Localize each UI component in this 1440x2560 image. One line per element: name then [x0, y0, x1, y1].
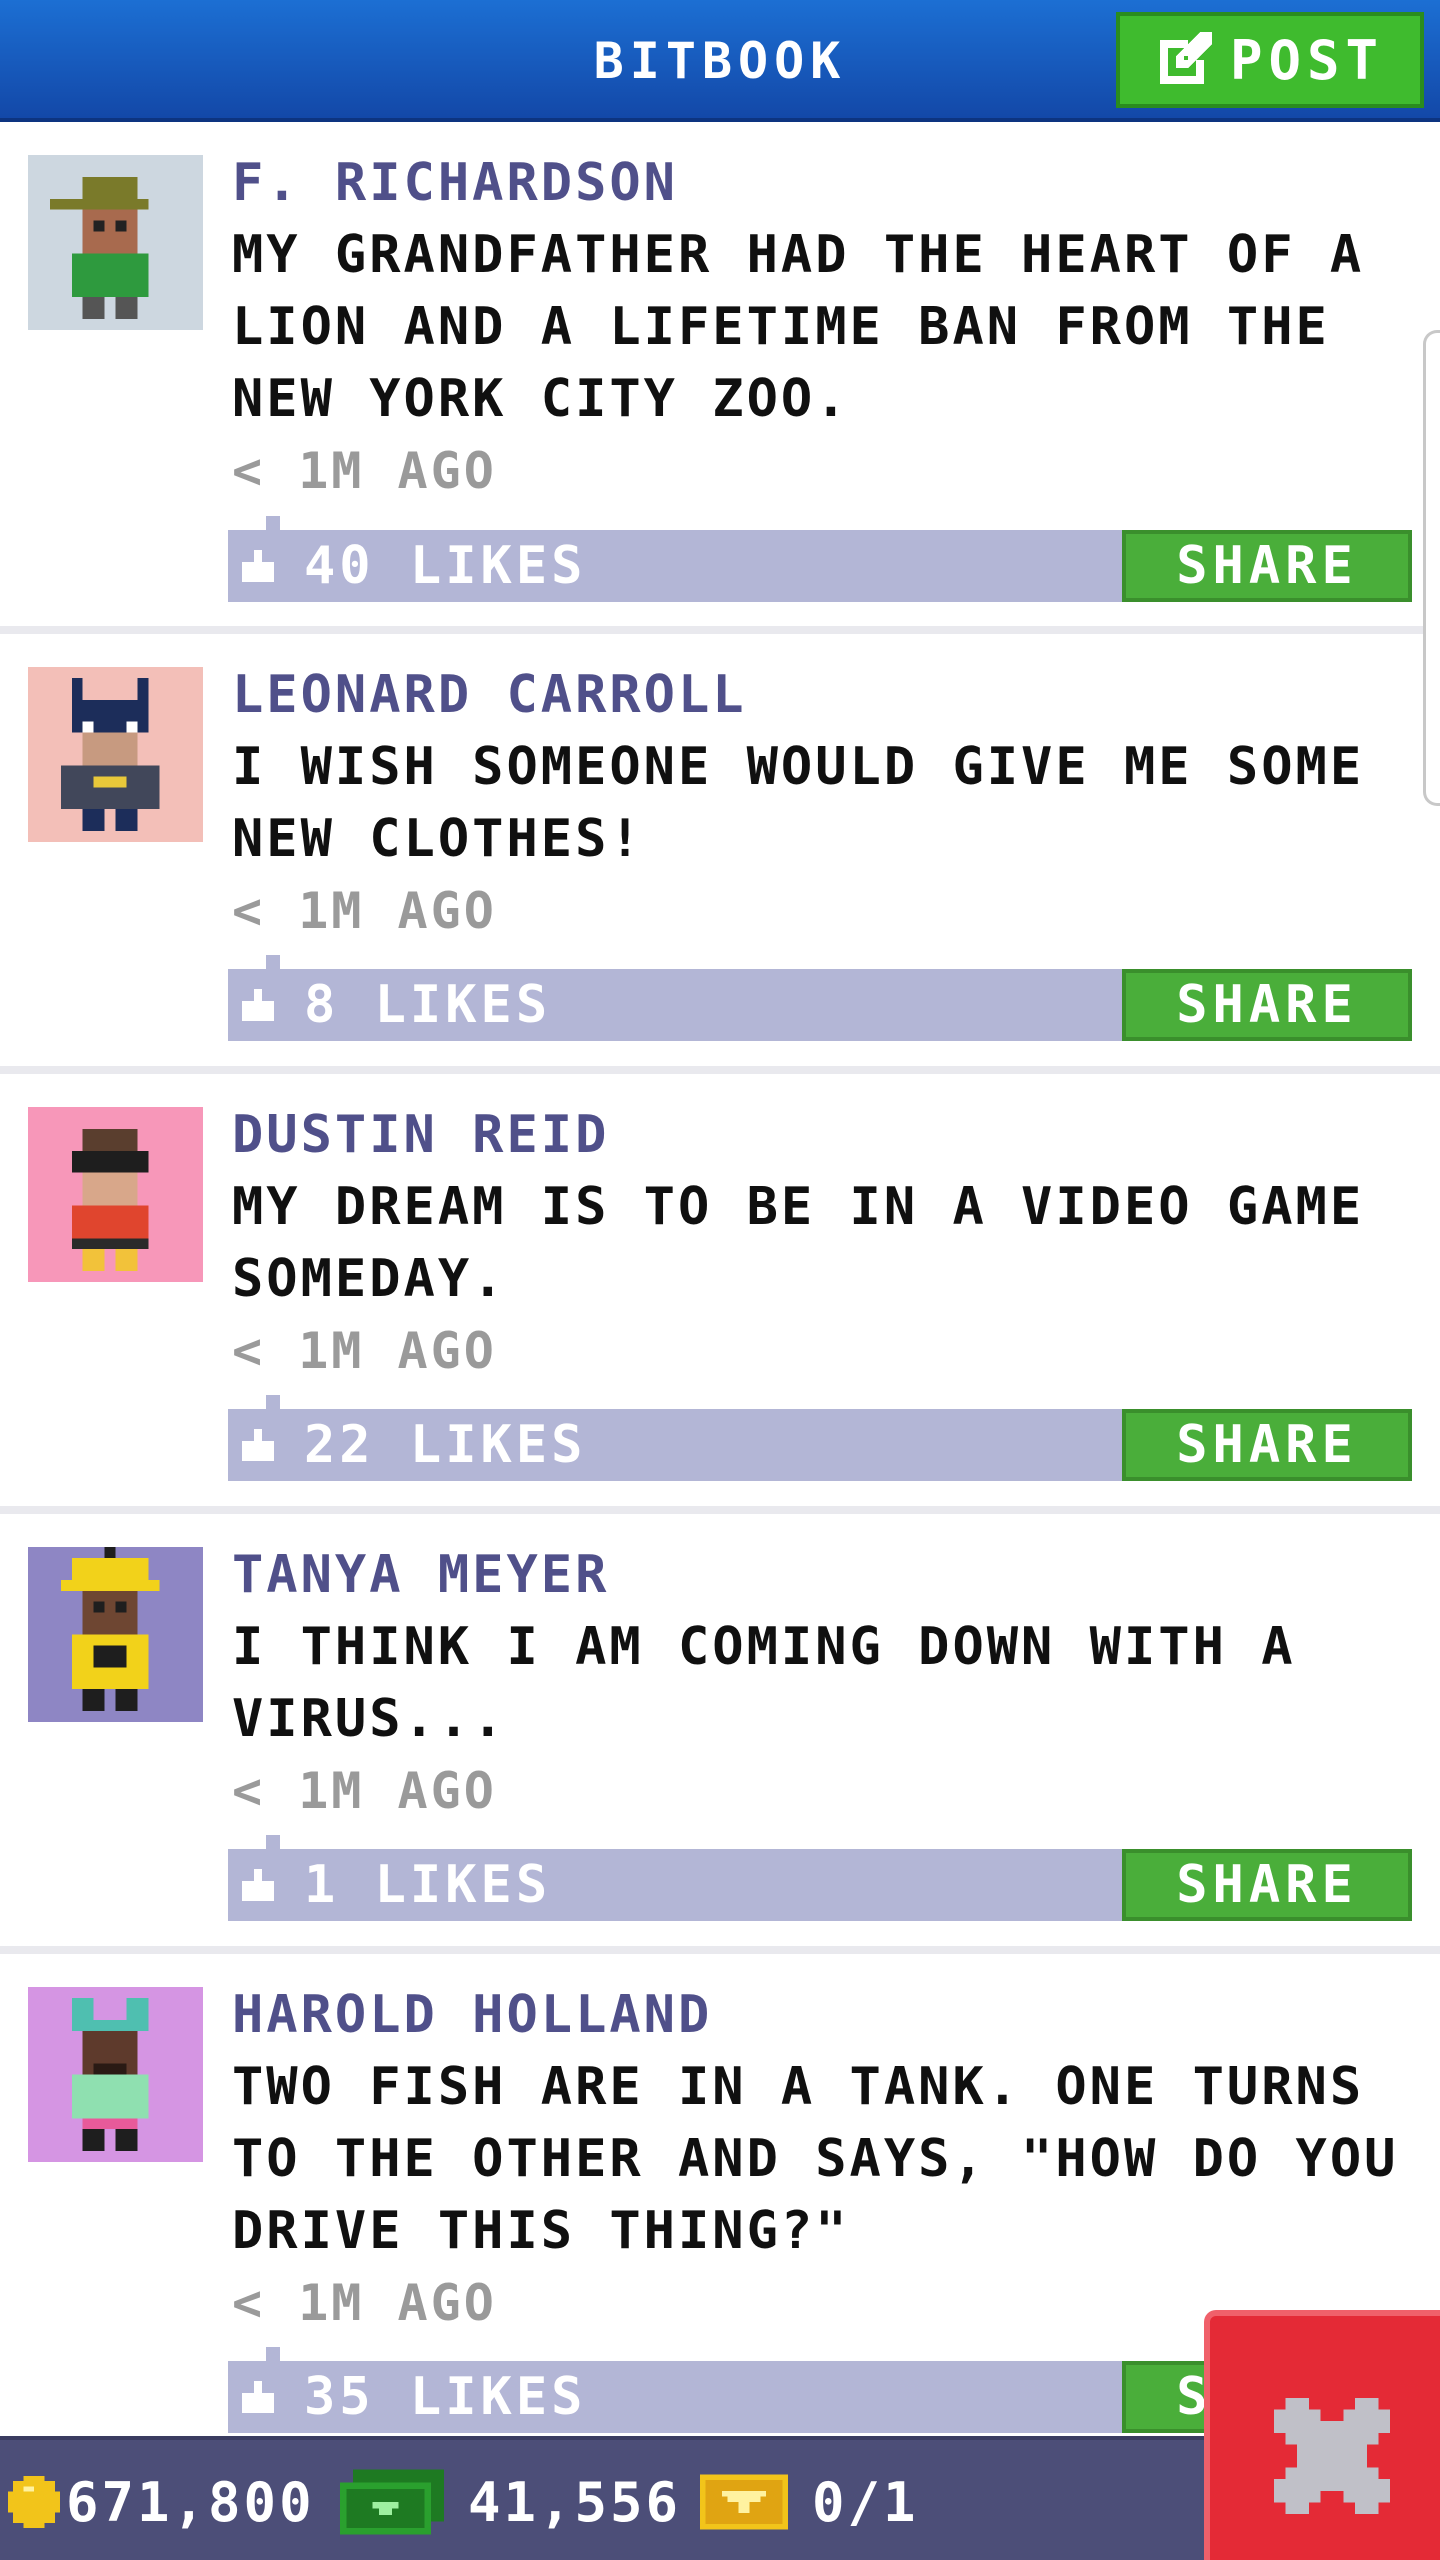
post-time: < 1M AGO	[232, 1762, 497, 1820]
avatar-image	[28, 1107, 203, 1282]
like-bar: 1 LIKES SHARE	[228, 1835, 1412, 1921]
share-button[interactable]: SHARE	[1122, 969, 1412, 1041]
likes-count: 40 LIKES	[304, 536, 587, 596]
likes-count: 22 LIKES	[304, 1415, 587, 1475]
avatar-image	[28, 1547, 203, 1722]
likes-count: 8 LIKES	[304, 975, 552, 1035]
avatar-image	[28, 155, 203, 330]
post-button-label: POST	[1229, 28, 1385, 92]
like-icon[interactable]	[242, 1429, 274, 1461]
share-button[interactable]: SHARE	[1122, 1409, 1412, 1481]
like-bar: 22 LIKES SHARE	[228, 1395, 1412, 1481]
share-button[interactable]: SHARE	[1122, 1849, 1412, 1921]
like-bar: 40 LIKES SHARE	[228, 516, 1412, 602]
post-time: < 1M AGO	[232, 442, 497, 500]
vip-value: 0/1	[812, 2470, 919, 2534]
post-author[interactable]: TANYA MEYER	[232, 1539, 1422, 1611]
post-time: < 1M AGO	[232, 882, 497, 940]
post-time: < 1M AGO	[232, 1322, 497, 1380]
like-icon[interactable]	[242, 2381, 274, 2413]
bux-stat[interactable]: 41,556	[340, 2440, 681, 2560]
likes-count: 35 LIKES	[304, 2367, 587, 2427]
like-icon[interactable]	[242, 1869, 274, 1901]
compose-icon	[1159, 32, 1212, 84]
vip-ticket-icon	[700, 2474, 788, 2530]
post-button[interactable]: POST	[1116, 12, 1424, 108]
post-author[interactable]: F. RICHARDSON	[232, 147, 1422, 219]
post-message: TWO FISH ARE IN A TANK. ONE TURNS TO THE…	[232, 2057, 1399, 2261]
post-message: I WISH SOMEONE WOULD GIVE ME SOME NEW CL…	[232, 737, 1365, 869]
post-item: DUSTIN REID MY DREAM IS TO BE IN A VIDEO…	[0, 1074, 1440, 1514]
scrollbar-thumb[interactable]	[1423, 330, 1440, 806]
post-message: MY GRANDFATHER HAD THE HEART OF A LION A…	[232, 225, 1365, 429]
avatar[interactable]	[28, 1987, 203, 2162]
like-icon[interactable]	[242, 989, 274, 1021]
post-item: LEONARD CARROLL I WISH SOMEONE WOULD GIV…	[0, 634, 1440, 1074]
avatar[interactable]	[28, 667, 203, 842]
coins-value: 671,800	[66, 2470, 315, 2534]
coins-stat[interactable]: 671,800	[8, 2440, 315, 2560]
avatar[interactable]	[28, 1107, 203, 1282]
post-author[interactable]: DUSTIN REID	[232, 1099, 1422, 1171]
close-icon	[1274, 2398, 1390, 2514]
post-message: MY DREAM IS TO BE IN A VIDEO GAME SOMEDA…	[232, 1177, 1365, 1309]
bux-value: 41,556	[468, 2470, 682, 2534]
bux-icon	[340, 2469, 444, 2535]
share-button[interactable]: SHARE	[1122, 530, 1412, 602]
likes-count: 1 LIKES	[304, 1855, 552, 1915]
post-item: F. RICHARDSON MY GRANDFATHER HAD THE HEA…	[0, 122, 1440, 634]
avatar-image	[28, 1987, 203, 2162]
like-bar: 8 LIKES SHARE	[228, 955, 1412, 1041]
app-header: BITBOOK POST	[0, 0, 1440, 122]
close-button[interactable]	[1204, 2310, 1440, 2560]
vip-stat[interactable]: 0/1	[700, 2440, 919, 2560]
feed[interactable]: F. RICHARDSON MY GRANDFATHER HAD THE HEA…	[0, 122, 1440, 2436]
post-item: TANYA MEYER I THINK I AM COMING DOWN WIT…	[0, 1514, 1440, 1954]
avatar[interactable]	[28, 155, 203, 330]
post-message: I THINK I AM COMING DOWN WITH A VIRUS...	[232, 1617, 1296, 1749]
like-icon[interactable]	[242, 550, 274, 582]
avatar-image	[28, 667, 203, 842]
post-author[interactable]: LEONARD CARROLL	[232, 659, 1422, 731]
avatar[interactable]	[28, 1547, 203, 1722]
post-author[interactable]: HAROLD HOLLAND	[232, 1979, 1422, 2051]
coin-icon	[8, 2476, 60, 2528]
